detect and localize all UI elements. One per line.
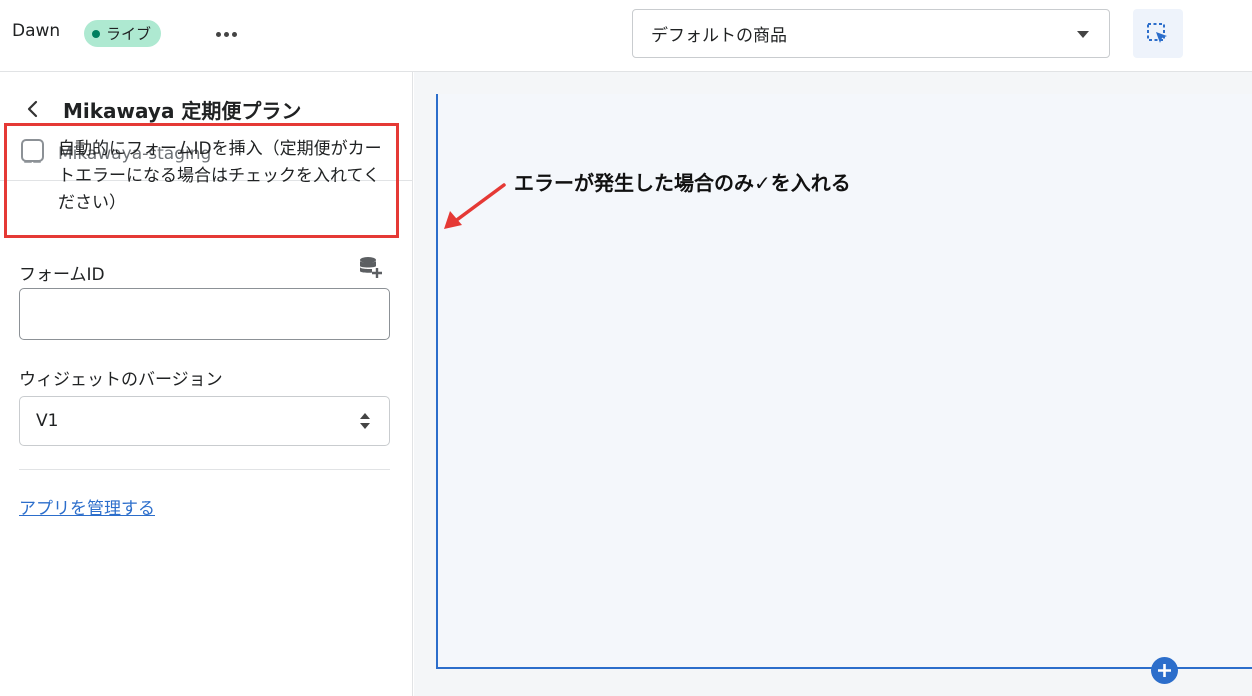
more-actions-button[interactable] xyxy=(206,20,246,48)
top-bar: Dawn ライブ デフォルトの商品 xyxy=(0,0,1252,72)
ellipsis-horizontal-icon xyxy=(215,31,221,37)
auto-insert-form-id-checkbox[interactable] xyxy=(21,139,44,162)
live-dot-icon xyxy=(92,29,100,38)
plus-circle-icon[interactable] xyxy=(1151,657,1178,684)
preview-product-select[interactable]: デフォルトの商品 xyxy=(632,9,1110,58)
form-id-field[interactable] xyxy=(19,288,390,340)
divider xyxy=(19,469,390,470)
live-status-badge: ライブ xyxy=(84,20,162,47)
caret-down-icon xyxy=(1077,31,1089,38)
form-id-label: フォームID xyxy=(19,265,105,285)
widget-version-label: ウィジェットのバージョン xyxy=(19,370,223,390)
select-updown-icon xyxy=(359,413,371,431)
block-title: Mikawaya 定期便プラン xyxy=(63,99,302,123)
manage-app-link[interactable]: アプリを管理する xyxy=(19,494,155,519)
theme-name: Dawn xyxy=(12,21,61,41)
arrow-annotation-icon xyxy=(444,183,506,229)
widget-version-select[interactable]: V1 xyxy=(19,396,390,446)
product-select-value: デフォルトの商品 xyxy=(651,26,787,46)
inspector-toggle-button[interactable] xyxy=(1133,9,1183,58)
select-cursor-icon xyxy=(1147,22,1167,43)
auto-insert-form-id-label: 自動的にフォームIDを挿入（定期便がカートエラーになる場合はチェックを入れてくだ… xyxy=(58,139,382,213)
widget-version-value: V1 xyxy=(36,411,59,431)
chevron-left-icon[interactable] xyxy=(22,98,44,120)
database-plus-icon[interactable] xyxy=(357,254,383,280)
live-badge-label: ライブ xyxy=(106,25,152,43)
annotation-text: エラーが発生した場合のみ✓を入れる xyxy=(514,171,851,195)
